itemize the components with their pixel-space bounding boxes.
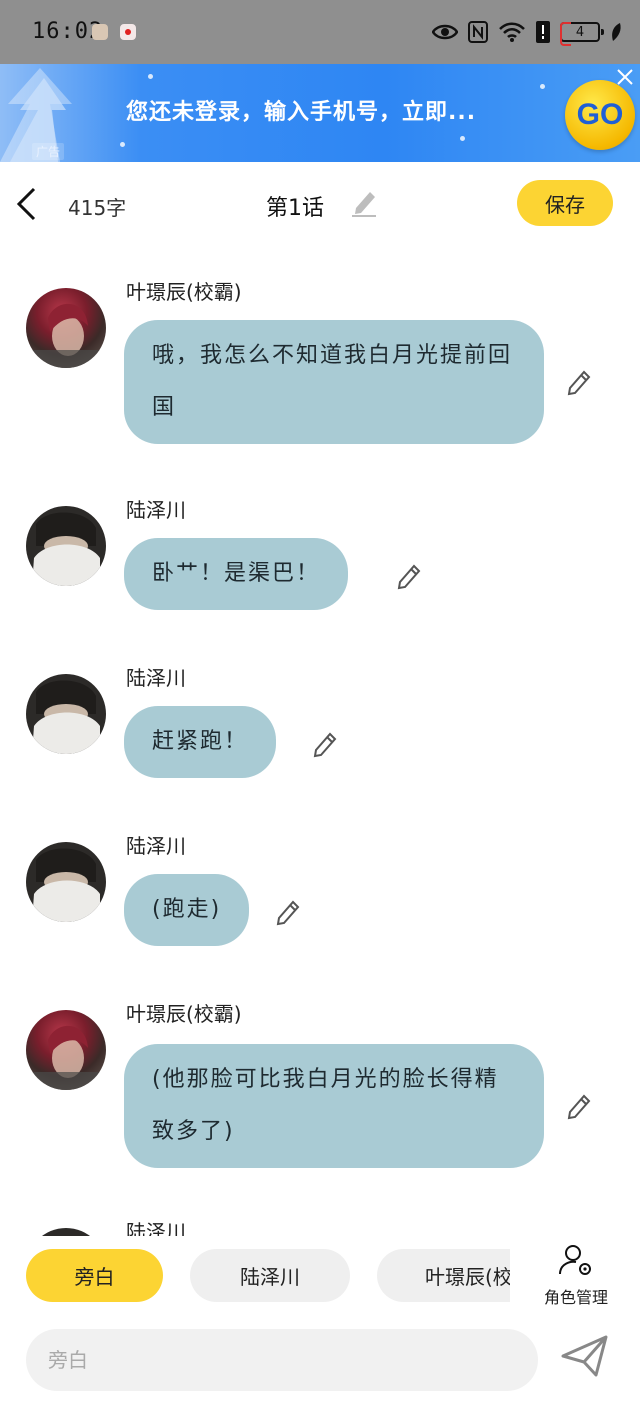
message-bubble[interactable]: (跑走) (124, 874, 250, 946)
edit-title-pencil-icon[interactable] (350, 188, 378, 218)
message-bubble[interactable]: 赶紧跑！ (124, 706, 277, 778)
masked-avatar[interactable] (26, 674, 106, 754)
role-manager-label: 角色管理 (543, 1288, 608, 1307)
red-hair-avatar[interactable] (26, 1010, 106, 1090)
masked-avatar[interactable] (26, 1228, 106, 1236)
status-icons: 4 (432, 16, 622, 48)
save-button[interactable]: 保存 (517, 180, 613, 226)
red-hair-avatar[interactable] (26, 288, 106, 368)
face-graphic (26, 303, 106, 368)
speaker-name: 陆泽川 (126, 1220, 186, 1236)
edit-message-pencil-icon[interactable] (396, 562, 422, 590)
face-graphic (32, 512, 100, 586)
speaker-name: 叶璟辰(校霸) (126, 1002, 242, 1026)
ad-text: 您还未登录，输入手机号，立即... (126, 100, 477, 125)
edit-message-pencil-icon[interactable] (312, 730, 338, 758)
input-bar (0, 1320, 640, 1408)
nfc-icon (468, 21, 488, 43)
face-graphic (32, 680, 100, 754)
speaker-name: 陆泽川 (126, 834, 186, 858)
speaker-name: 陆泽川 (126, 666, 186, 690)
app-notification-icon (92, 24, 108, 40)
message-item[interactable]: 陆泽川 卧艹！是渠巴！ (0, 488, 640, 628)
send-icon[interactable] (560, 1334, 610, 1378)
ad-banner[interactable]: 您还未登录，输入手机号，立即... 广告 GO (0, 64, 640, 162)
battery-icon: 4 (560, 22, 604, 46)
back-arrow-icon[interactable] (14, 187, 40, 221)
role-chip-luzechuan[interactable]: 陆泽川 (190, 1249, 350, 1302)
face-graphic (32, 848, 100, 922)
speaker-name: 叶璟辰(校霸) (126, 280, 242, 304)
role-chip-yejingchen[interactable]: 叶璟辰(校霸) (377, 1249, 510, 1302)
edit-message-pencil-icon[interactable] (566, 1092, 592, 1120)
message-item[interactable]: 陆泽川 (跑走) (0, 824, 640, 964)
message-bubble[interactable]: 卧艹！是渠巴！ (124, 538, 349, 610)
edit-message-pencil-icon[interactable] (275, 898, 301, 926)
ad-go-button[interactable]: GO (565, 80, 635, 150)
app-notification-icon-2 (120, 24, 136, 40)
edit-message-pencil-icon[interactable] (566, 368, 592, 396)
chapter-title[interactable]: 第1话 (266, 190, 324, 222)
message-item[interactable]: 陆泽川 (0, 1210, 640, 1236)
face-graphic (26, 1025, 106, 1090)
status-bar: 16:02 4 (0, 0, 640, 64)
speaker-name: 陆泽川 (126, 498, 186, 522)
word-count: 415字 (68, 196, 127, 220)
role-manager-button[interactable]: 角色管理 (534, 1242, 618, 1308)
message-bubble[interactable]: (他那脸可比我白月光的脸长得精致多了) (124, 1044, 544, 1168)
message-item[interactable]: 陆泽川 赶紧跑！ (0, 656, 640, 796)
wifi-icon (499, 22, 525, 42)
eye-icon (432, 24, 458, 40)
ad-tag: 广告 (32, 143, 65, 160)
user-settings-icon (559, 1245, 591, 1275)
close-icon[interactable] (616, 68, 634, 86)
masked-avatar[interactable] (26, 842, 106, 922)
editor-header: 415字 第1话 保存 (0, 162, 640, 246)
leaf-icon (612, 23, 621, 41)
message-item[interactable]: 叶璟辰(校霸) 哦，我怎么不知道我白月光提前回国 (0, 270, 640, 460)
alert-sim-icon (536, 21, 550, 43)
masked-avatar[interactable] (26, 506, 106, 586)
message-input[interactable] (26, 1329, 538, 1391)
role-selector-bar: 旁白 陆泽川 叶璟辰(校霸) 角色管理 (0, 1236, 640, 1320)
role-chip-narration[interactable]: 旁白 (26, 1249, 163, 1302)
message-item[interactable]: 叶璟辰(校霸) (他那脸可比我白月光的脸长得精致多了) (0, 992, 640, 1192)
message-bubble[interactable]: 哦，我怎么不知道我白月光提前回国 (124, 320, 544, 444)
